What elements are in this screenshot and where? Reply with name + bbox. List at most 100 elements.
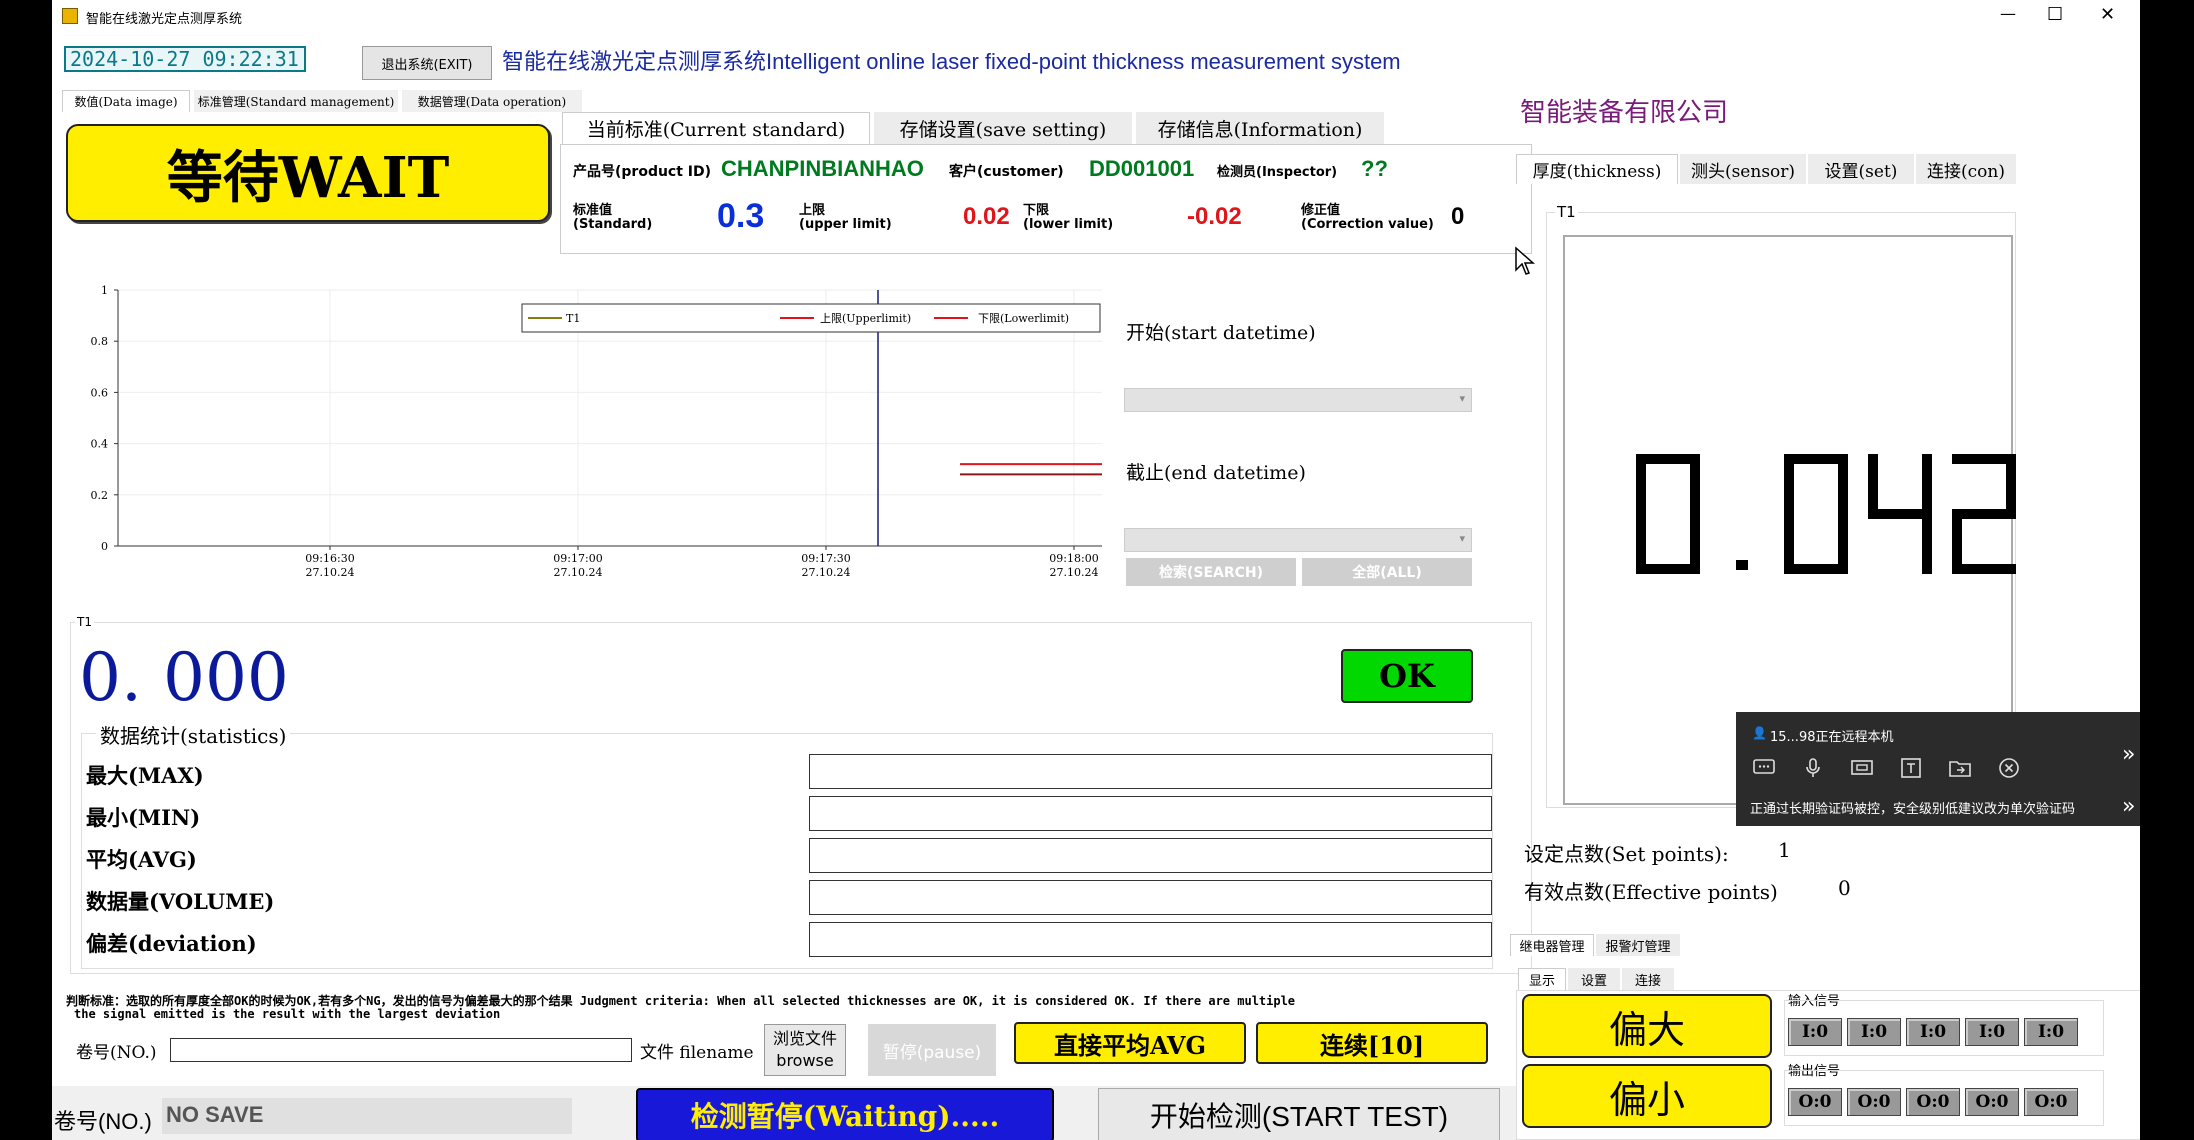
tab-save-setting[interactable]: 存储设置(save setting) — [874, 112, 1132, 144]
standard-label-en: (Standard) — [573, 217, 653, 232]
system-title: 智能在线激光定点测厚系统Intelligent online laser fix… — [502, 49, 1401, 74]
start-datetime-picker[interactable]: ▾ — [1124, 388, 1472, 412]
set-points-label: 设定点数(Set points): — [1524, 842, 1729, 866]
continuous-button[interactable]: 连续[10] — [1256, 1022, 1488, 1064]
standard-tab-bar: 当前标准(Current standard) 存储设置(save setting… — [562, 112, 1442, 144]
text-icon[interactable] — [1897, 754, 1925, 782]
expand-icon[interactable]: » — [2122, 742, 2135, 767]
waiting-button[interactable]: 检测暂停(Waiting)..... — [636, 1088, 1054, 1140]
lower-limit-label-en: (lower limit) — [1023, 217, 1114, 232]
expand-icon[interactable]: » — [2122, 794, 2135, 819]
input-signal-2: I:0 — [1847, 1018, 1901, 1046]
tab-thickness[interactable]: 厚度(thickness) — [1516, 154, 1678, 184]
ok-button[interactable]: OK — [1341, 649, 1473, 703]
statistics-title: 数据统计(statistics) — [96, 720, 291, 749]
lcd-segment — [1952, 509, 2016, 519]
input-signal-3: I:0 — [1906, 1018, 1960, 1046]
microphone-icon[interactable] — [1799, 754, 1827, 782]
x-tick-date: 27.10.24 — [1050, 566, 1099, 579]
x-tick-date: 27.10.24 — [802, 566, 851, 579]
product-id-value: CHANPINBIANHAO — [721, 156, 924, 181]
tab-sensor[interactable]: 测头(sensor) — [1680, 154, 1806, 184]
lcd-decimal-point — [1736, 560, 1748, 570]
standard-value: 0.3 — [717, 197, 765, 235]
end-datetime-picker[interactable]: ▾ — [1124, 528, 1472, 552]
standard-label-cn: 标准值 — [573, 203, 613, 218]
app-icon — [62, 8, 78, 24]
x-tick-time: 09:16:30 — [305, 552, 354, 565]
correction-label-cn: 修正值 — [1301, 203, 1341, 218]
x-tick-time: 09:17:00 — [553, 552, 602, 565]
tab-connection[interactable]: 连接(con) — [1916, 154, 2016, 184]
x-tick-time: 09:17:30 — [801, 552, 850, 565]
stat-volume-field — [809, 880, 1492, 915]
y-tick-label: 0.6 — [91, 386, 109, 399]
too-thin-button[interactable]: 偏小 — [1522, 1064, 1772, 1128]
close-button[interactable]: ✕ — [2100, 4, 2115, 25]
y-tick-label: 1 — [101, 284, 108, 297]
close-circle-icon[interactable] — [1995, 754, 2023, 782]
browse-button[interactable]: 浏览文件 browse — [764, 1024, 846, 1076]
tab-set[interactable]: 设置(set) — [1808, 154, 1914, 184]
company-name: 智能装备有限公司 — [1520, 98, 1729, 128]
tab-relay-management[interactable]: 继电器管理 — [1510, 934, 1594, 956]
lower-limit-label-cn: 下限 — [1023, 203, 1050, 218]
output-signal-3: O:0 — [1906, 1088, 1960, 1116]
customer-value: DD001001 — [1089, 156, 1195, 181]
datetime-display: 2024-10-27 09:22:31 — [64, 46, 306, 72]
stat-min-label: 最小(MIN) — [86, 805, 201, 830]
tab-standard-management[interactable]: 标准管理(Standard management) — [194, 90, 398, 112]
legend-label: 下限(Lowerlimit) — [978, 312, 1069, 325]
set-points-value: 1 — [1778, 838, 1791, 862]
file-transfer-icon[interactable] — [1946, 754, 1974, 782]
y-tick-label: 0 — [101, 540, 108, 553]
stat-avg-label: 平均(AVG) — [86, 847, 197, 872]
roll-number-label: 卷号(NO.) — [76, 1043, 157, 1063]
inspector-label: 检测员(Inspector) — [1217, 165, 1338, 180]
effective-points-value: 0 — [1838, 876, 1851, 900]
upper-limit-label-cn: 上限 — [799, 203, 826, 218]
minimize-button[interactable]: — — [2000, 4, 2016, 23]
tab-current-standard[interactable]: 当前标准(Current standard) — [562, 112, 870, 144]
lcd-segment — [1784, 454, 1794, 514]
lcd-segment — [1690, 454, 1700, 514]
tab-data-operation[interactable]: 数据管理(Data operation) — [402, 90, 582, 112]
input-signal-1: I:0 — [1788, 1018, 1842, 1046]
legend-label: 上限(Upperlimit) — [820, 312, 911, 325]
lcd-segment — [1922, 454, 1932, 514]
input-signal-4: I:0 — [1965, 1018, 2019, 1046]
start-datetime-label: 开始(start datetime) — [1126, 322, 1316, 344]
too-thick-button[interactable]: 偏大 — [1522, 994, 1772, 1058]
screen-share-icon[interactable] — [1848, 754, 1876, 782]
exit-button[interactable]: 退出系统(EXIT) — [362, 46, 492, 80]
tab-relay-settings[interactable]: 设置 — [1568, 968, 1620, 990]
t1-reading: 0. 000 — [79, 639, 289, 716]
start-test-button[interactable]: 开始检测(START TEST) — [1098, 1088, 1500, 1140]
tab-alarm-light-management[interactable]: 报警灯管理 — [1596, 934, 1680, 956]
tab-information[interactable]: 存储信息(Information) — [1136, 112, 1384, 144]
y-tick-label: 0.4 — [91, 438, 109, 451]
all-button[interactable]: 全部(ALL) — [1302, 558, 1472, 586]
chat-icon[interactable] — [1750, 754, 1778, 782]
output-signal-5: O:0 — [2024, 1088, 2078, 1116]
relay-subtab-bar: 显示 设置 连接 — [1518, 968, 1698, 990]
t1-group-label: T1 — [75, 615, 94, 629]
output-signal-4: O:0 — [1965, 1088, 2019, 1116]
average-button[interactable]: 直接平均AVG — [1014, 1022, 1246, 1064]
thickness-lcd-display — [1636, 454, 2016, 574]
tab-relay-connection[interactable]: 连接 — [1622, 968, 1674, 990]
mouse-cursor-icon — [1515, 246, 1535, 275]
lcd-segment — [1868, 454, 1878, 514]
tab-relay-display[interactable]: 显示 — [1518, 968, 1566, 990]
y-tick-label: 0.2 — [91, 489, 109, 502]
roll-number-input[interactable] — [170, 1038, 632, 1062]
pause-button[interactable]: 暂停(pause) — [868, 1024, 996, 1076]
maximize-button[interactable]: ☐ — [2047, 4, 2063, 25]
tab-data-image[interactable]: 数值(Data image) — [62, 90, 190, 112]
end-datetime-label: 截止(end datetime) — [1126, 462, 1306, 484]
chevron-down-icon: ▾ — [1459, 532, 1465, 545]
roll-number-label-2: 卷号(NO.) — [54, 1109, 152, 1134]
search-button[interactable]: 检索(SEARCH) — [1126, 558, 1296, 586]
legend-label: T1 — [566, 312, 580, 325]
status-wait-button[interactable]: 等待WAIT — [66, 124, 550, 222]
